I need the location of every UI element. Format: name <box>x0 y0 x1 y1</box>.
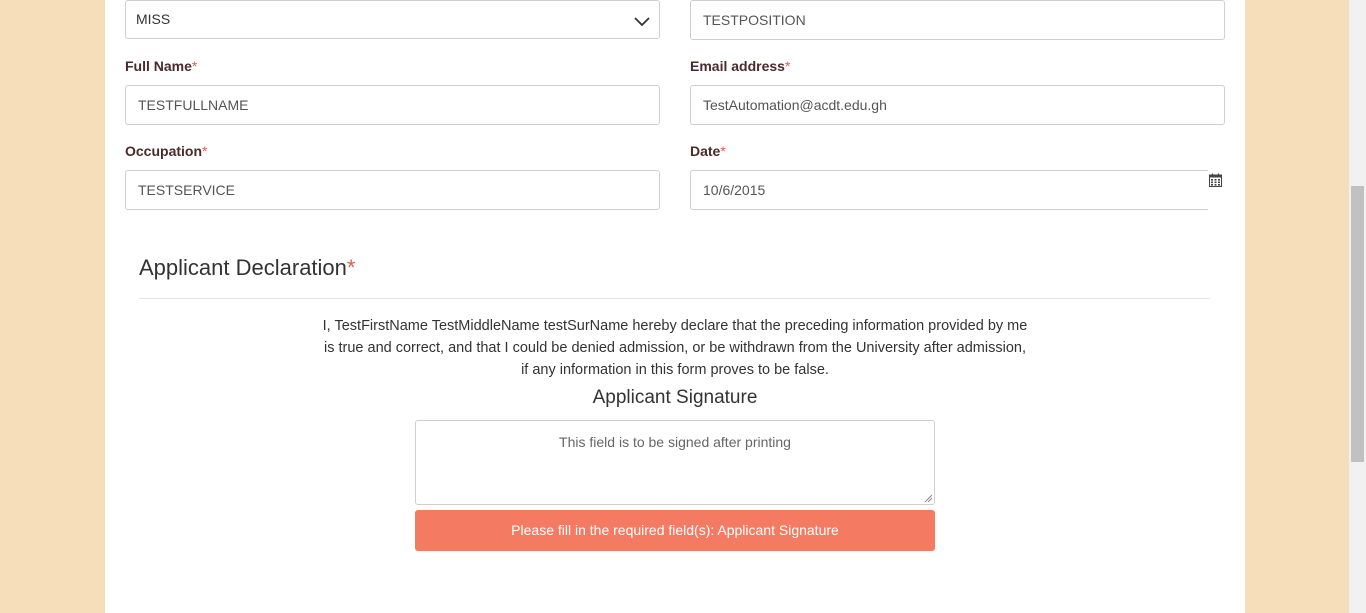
signature-placeholder: This field is to be signed after printin… <box>559 434 791 450</box>
date-input[interactable]: 10/6/2015 <box>690 170 1208 210</box>
full-name-label: Full Name* <box>125 58 197 74</box>
chevron-down-icon <box>634 17 650 27</box>
required-marker: * <box>202 143 208 159</box>
required-marker: * <box>346 255 356 280</box>
email-label: Email address* <box>690 58 790 74</box>
error-banner: Please fill in the required field(s): Ap… <box>415 510 935 551</box>
required-marker: * <box>191 58 198 74</box>
declaration-heading-text: Applicant Declaration <box>139 255 347 280</box>
occupation-label-text: Occupation <box>125 143 203 159</box>
calendar-icon[interactable] <box>1209 173 1222 187</box>
full-name-input[interactable]: TESTFULLNAME <box>125 85 660 125</box>
signature-textarea[interactable]: This field is to be signed after printin… <box>415 420 935 505</box>
position-value: TESTPOSITION <box>703 12 806 28</box>
title-select[interactable]: MISS <box>125 0 660 39</box>
date-label: Date* <box>690 143 726 159</box>
email-value: TestAutomation@acdt.edu.gh <box>703 97 887 113</box>
vertical-scrollbar[interactable] <box>1349 0 1366 613</box>
occupation-input[interactable]: TESTSERVICE <box>125 170 660 210</box>
occupation-value: TESTSERVICE <box>138 182 235 198</box>
signature-heading: Applicant Signature <box>592 387 758 408</box>
resize-grip-icon[interactable] <box>924 494 932 502</box>
scrollbar-thumb[interactable] <box>1351 186 1364 462</box>
full-name-value: TESTFULLNAME <box>138 97 249 113</box>
required-marker: * <box>720 143 726 159</box>
section-divider <box>139 298 1210 299</box>
email-label-text: Email address <box>690 58 785 74</box>
position-input[interactable]: TESTPOSITION <box>690 0 1225 40</box>
declaration-text: I, TestFirstName TestMiddleName testSurN… <box>322 318 1028 378</box>
required-marker: * <box>784 58 791 74</box>
occupation-label: Occupation* <box>125 143 207 159</box>
full-name-label-text: Full Name <box>125 58 192 74</box>
date-label-text: Date <box>690 143 721 159</box>
declaration-heading: Applicant Declaration* <box>139 255 355 281</box>
date-value: 10/6/2015 <box>703 182 766 198</box>
title-select-value: MISS <box>136 11 171 27</box>
email-input[interactable]: TestAutomation@acdt.edu.gh <box>690 85 1225 125</box>
